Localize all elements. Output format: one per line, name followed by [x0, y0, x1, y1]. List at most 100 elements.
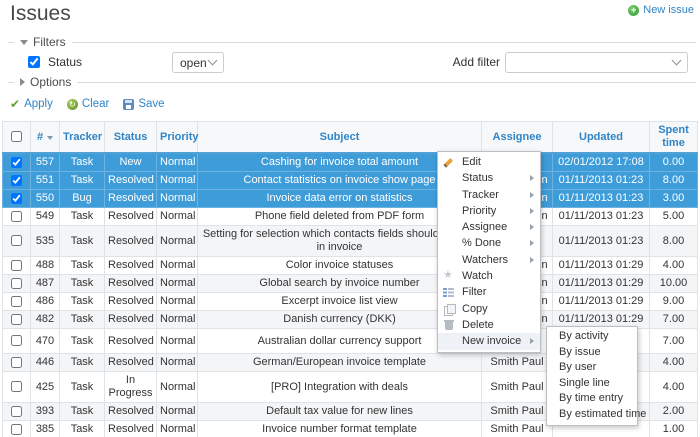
save-disk-icon [123, 99, 134, 110]
row-checkbox[interactable] [11, 381, 22, 392]
submenu-arrow-icon [530, 338, 534, 344]
issue-subject-cell[interactable]: German/European invoice template [198, 354, 482, 372]
column-header-id[interactable]: # [31, 122, 60, 154]
row-checkbox[interactable] [11, 406, 22, 417]
row-checkbox[interactable] [11, 314, 22, 325]
issue-subject-cell[interactable]: Default tax value for new lines [198, 403, 482, 421]
row-checkbox-cell [3, 153, 31, 172]
page-title: Issues [10, 2, 71, 26]
column-header-priority[interactable]: Priority [157, 122, 198, 154]
table-row[interactable]: 486TaskResolvedNormalExcerpt invoice lis… [3, 293, 698, 311]
context-menu-item-watch[interactable]: Watch [438, 268, 540, 284]
check-icon: ✔ [10, 98, 20, 110]
issue-tracker-cell: Task [60, 311, 105, 329]
issue-spent-cell: 1.00 [650, 421, 698, 437]
save-button[interactable]: Save [123, 98, 164, 110]
edit-icon [443, 156, 455, 168]
column-header-updated[interactable]: Updated [553, 122, 650, 154]
row-checkbox[interactable] [11, 335, 22, 346]
submenu-item-by-user[interactable]: By user [547, 360, 637, 376]
issue-subject-cell[interactable]: [PRO] Integration with deals [198, 372, 482, 403]
table-row[interactable]: 549TaskResolvedNormalPhone field deleted… [3, 208, 698, 226]
table-row[interactable]: 557TaskNewNormalCashing for invoice tota… [3, 153, 698, 172]
row-checkbox-cell [3, 421, 31, 437]
column-header-assignee[interactable]: Assignee [482, 122, 553, 154]
row-checkbox[interactable] [11, 193, 22, 204]
context-menu-item-delete[interactable]: Delete [438, 317, 540, 333]
select-all-checkbox[interactable] [11, 131, 22, 142]
issue-id-cell: 393 [31, 403, 60, 421]
table-row[interactable]: 551TaskResolvedNormalContact statistics … [3, 172, 698, 190]
issue-tracker-cell: Task [60, 403, 105, 421]
issue-tracker-cell: Task [60, 257, 105, 275]
row-checkbox[interactable] [11, 296, 22, 307]
status-filter-row: Status open Add filter [8, 43, 696, 79]
status-filter-label: Status [48, 55, 82, 69]
issue-subject-cell[interactable]: Invoice number format template [198, 421, 482, 437]
submenu-item-by-estimated-time[interactable]: By estimated time [547, 407, 637, 423]
column-header-label: Assignee [493, 131, 542, 143]
context-menu-item-new-invoice[interactable]: New invoice [438, 333, 540, 349]
options-section: Options [8, 82, 696, 83]
issue-priority-cell: Normal [157, 421, 198, 437]
row-checkbox[interactable] [11, 157, 22, 168]
context-menu-item-copy[interactable]: Copy [438, 301, 540, 317]
row-checkbox[interactable] [11, 424, 22, 435]
issue-tracker-cell: Task [60, 293, 105, 311]
add-filter-select[interactable] [505, 52, 688, 73]
row-checkbox[interactable] [11, 235, 22, 246]
row-checkbox[interactable] [11, 278, 22, 289]
issue-tracker-cell: Task [60, 354, 105, 372]
issue-spent-cell: 4.00 [650, 372, 698, 403]
submenu-item-by-activity[interactable]: By activity [547, 329, 637, 345]
filters-section: Filters Status open Add filter [8, 42, 696, 79]
issue-id-cell: 482 [31, 311, 60, 329]
context-menu-item-edit[interactable]: Edit [438, 154, 540, 170]
context-menu-item--done[interactable]: % Done [438, 235, 540, 251]
submenu-item-by-time-entry[interactable]: By time entry [547, 391, 637, 407]
options-legend-toggle[interactable]: Options [14, 75, 77, 89]
issue-status-cell: In Progress [105, 372, 157, 403]
row-checkbox[interactable] [11, 260, 22, 271]
submenu-item-single-line[interactable]: Single line [547, 376, 637, 392]
delete-icon [443, 319, 455, 331]
submenu-arrow-icon [530, 192, 534, 198]
table-row[interactable]: 535TaskResolvedNormalSetting for selecti… [3, 226, 698, 257]
status-operator-select[interactable]: open [172, 52, 224, 73]
apply-button[interactable]: ✔ Apply [10, 98, 53, 110]
issue-assignee-cell: Smith Paul [482, 403, 553, 421]
table-row[interactable]: 488TaskResolvedNormalColor invoice statu… [3, 257, 698, 275]
issue-id-cell: 425 [31, 372, 60, 403]
column-header-subject[interactable]: Subject [198, 122, 482, 154]
status-filter-checkbox[interactable] [28, 56, 40, 68]
issue-status-cell: Resolved [105, 311, 157, 329]
table-row[interactable]: 487TaskResolvedNormalGlobal search by in… [3, 275, 698, 293]
context-menu-item-tracker[interactable]: Tracker [438, 187, 540, 203]
submenu-arrow-icon [530, 208, 534, 214]
row-checkbox[interactable] [11, 175, 22, 186]
issue-updated-cell: 01/11/2013 01:23 [553, 226, 650, 257]
row-checkbox-cell [3, 172, 31, 190]
row-checkbox-cell [3, 354, 31, 372]
issue-id-cell: 535 [31, 226, 60, 257]
issue-spent-cell: 0.00 [650, 153, 698, 172]
column-header-tracker[interactable]: Tracker [60, 122, 105, 154]
context-menu-item-assignee[interactable]: Assignee [438, 219, 540, 235]
issue-status-cell: New [105, 153, 157, 172]
table-row[interactable]: 550BugResolvedNormalInvoice data error o… [3, 190, 698, 208]
plus-circle-icon: + [628, 5, 639, 16]
context-menu-item-status[interactable]: Status [438, 170, 540, 186]
submenu-item-by-issue[interactable]: By issue [547, 345, 637, 361]
context-menu-item-watchers[interactable]: Watchers [438, 252, 540, 268]
context-menu-item-priority[interactable]: Priority [438, 203, 540, 219]
issue-status-cell: Resolved [105, 421, 157, 437]
row-checkbox[interactable] [11, 211, 22, 222]
context-menu-item-label: Watch [462, 270, 493, 282]
row-checkbox-cell [3, 372, 31, 403]
context-menu-item-filter[interactable]: Filter [438, 284, 540, 300]
new-issue-link[interactable]: + New issue [628, 4, 694, 16]
column-header-spent[interactable]: Spent time [650, 122, 698, 154]
column-header-status[interactable]: Status [105, 122, 157, 154]
row-checkbox[interactable] [11, 357, 22, 368]
clear-button[interactable]: ↻ Clear [67, 98, 109, 110]
